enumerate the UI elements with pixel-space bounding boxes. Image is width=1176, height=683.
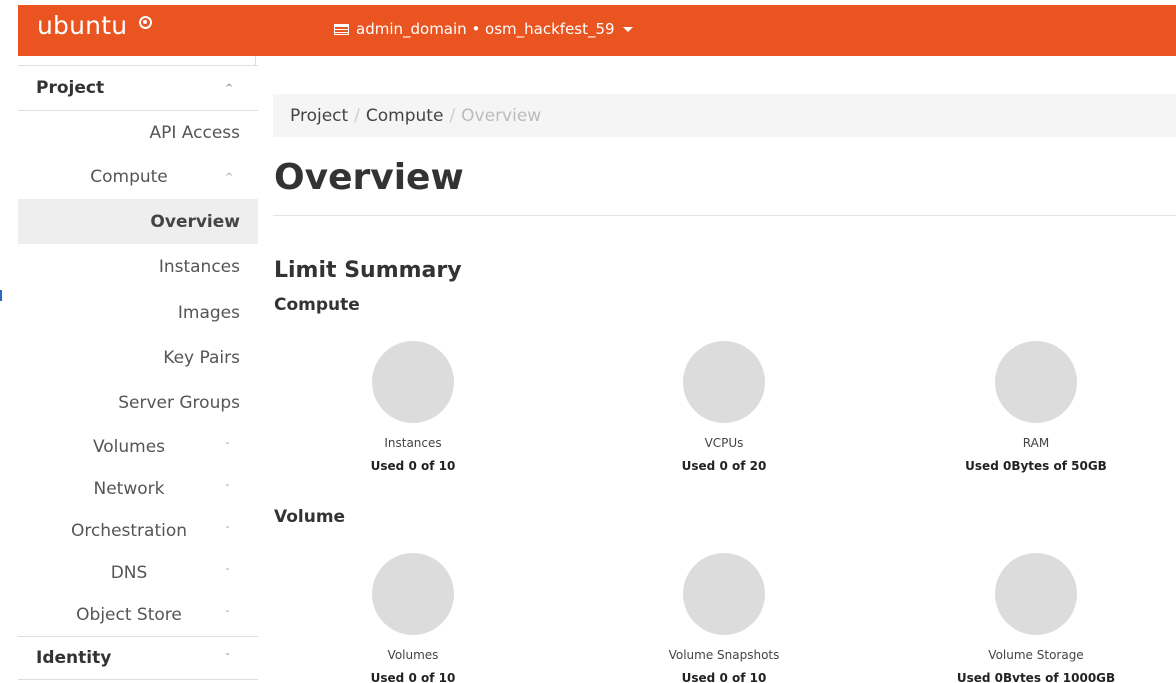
focus-marker	[0, 290, 2, 301]
quota-name: Instances	[384, 436, 442, 450]
title-divider	[273, 215, 1176, 216]
breadcrumb-current: Overview	[461, 105, 542, 126]
breadcrumb-separator: /	[354, 105, 360, 126]
breadcrumb-separator: /	[449, 105, 456, 126]
sidebar: Project ^ API Access Compute ^ Overview …	[18, 56, 258, 683]
compute-heading: Compute	[274, 295, 360, 315]
sidebar-item-label: Server Groups	[118, 393, 240, 413]
sidebar-item-server-groups[interactable]: Server Groups	[18, 380, 258, 426]
sidebar-item-instances[interactable]: Instances	[18, 244, 258, 290]
quota-name: RAM	[1022, 436, 1050, 450]
sidebar-group-label: Compute	[90, 167, 168, 187]
quota-volume-storage: Volume Storage Used 0Bvtes of 1000GB	[954, 553, 1118, 683]
sidebar-item-overview[interactable]: Overview	[18, 199, 258, 244]
chevron-down-icon: ˇ	[225, 483, 230, 495]
quota-usage: Used 0 of 20	[681, 459, 767, 473]
quota-name: Volumes	[387, 648, 439, 662]
quota-pie-chart	[995, 553, 1077, 635]
sidebar-item-label: API Access	[149, 123, 241, 143]
sidebar-group-dns[interactable]: DNS ˇ	[18, 552, 258, 594]
breadcrumb-project-link[interactable]: Project	[290, 106, 348, 126]
quota-ram: RAM Used 0Bytes of 50GB	[954, 341, 1118, 473]
quota-usage: Used 0 of 10	[370, 459, 456, 473]
sidebar-section-label: Identity	[36, 648, 112, 668]
quota-usage: Used 0Bytes of 50GB	[965, 459, 1107, 473]
quota-vcpus: VCPUs Used 0 of 20	[642, 341, 806, 473]
chevron-up-icon: ^	[225, 171, 234, 183]
sidebar-group-volumes[interactable]: Volumes ˇ	[18, 426, 258, 468]
sidebar-group-label: Orchestration	[70, 521, 188, 541]
quota-usage: Used 0Bvtes of 1000GB	[956, 671, 1116, 683]
sidebar-item-label: Key Pairs	[163, 347, 240, 368]
sidebar-group-label: Volumes	[92, 437, 166, 457]
sidebar-top-edge	[18, 56, 256, 65]
limit-summary-heading: Limit Summary	[274, 258, 462, 283]
quota-volumes: Volumes Used 0 of 10	[331, 553, 495, 683]
sidebar-section-identity[interactable]: Identity ˇ	[18, 636, 258, 680]
sidebar-item-key-pairs[interactable]: Key Pairs	[18, 335, 258, 380]
sidebar-item-api-access[interactable]: API Access	[18, 111, 258, 155]
sidebar-item-label: Instances	[158, 257, 240, 277]
sidebar-group-object-store[interactable]: Object Store ˇ	[18, 594, 258, 636]
quota-usage: Used 0 of 10	[370, 671, 456, 683]
chevron-down-icon: ˇ	[225, 609, 230, 621]
quota-volume-snapshots: Volume Snapshots Used 0 of 10	[642, 553, 806, 683]
sidebar-group-label: Network	[93, 479, 165, 499]
sidebar-section-project[interactable]: Project ^	[18, 65, 258, 111]
project-list-icon	[334, 23, 349, 35]
chevron-up-icon: ^	[225, 82, 234, 94]
quota-pie-chart	[372, 341, 454, 423]
quota-pie-chart	[995, 341, 1077, 423]
breadcrumb-compute-link[interactable]: Compute	[366, 106, 444, 126]
caret-down-icon	[622, 26, 633, 32]
quota-name: Volume Storage	[988, 648, 1084, 662]
sidebar-section-label: Project	[36, 78, 105, 98]
brand-logo-text[interactable]: ubuntu	[37, 11, 127, 40]
quota-pie-chart	[372, 553, 454, 635]
sidebar-item-images[interactable]: Images	[18, 290, 258, 335]
quota-instances: Instances Used 0 of 10	[331, 341, 495, 473]
project-selector[interactable]: admin_domain • osm_hackfest_59	[334, 20, 633, 38]
sidebar-group-compute[interactable]: Compute ^	[18, 155, 258, 199]
sidebar-group-label: Object Store	[76, 605, 182, 625]
quota-name: VCPUs	[704, 436, 744, 450]
volume-heading: Volume	[274, 507, 346, 527]
sidebar-group-orchestration[interactable]: Orchestration ˇ	[18, 510, 258, 552]
sidebar-group-network[interactable]: Network ˇ	[18, 468, 258, 510]
quota-pie-chart	[683, 341, 765, 423]
project-selector-label: admin_domain • osm_hackfest_59	[356, 20, 615, 38]
quota-usage: Used 0 of 10	[681, 671, 767, 683]
chevron-down-icon: ˇ	[225, 652, 230, 664]
sidebar-item-label: Overview	[150, 211, 240, 232]
quota-name: Volume Snapshots	[668, 648, 780, 662]
page-title: Overview	[274, 157, 464, 198]
sidebar-group-label: DNS	[110, 563, 148, 583]
chevron-down-icon: ˇ	[225, 525, 230, 537]
quota-pie-chart	[683, 553, 765, 635]
circle-of-friends-icon	[139, 16, 152, 29]
sidebar-item-label: Images	[177, 302, 240, 323]
top-navbar: ubuntu admin_domain • osm_hackfest_59	[18, 5, 1176, 56]
chevron-down-icon: ˇ	[225, 567, 230, 579]
breadcrumb: Project / Compute / Overview	[273, 94, 1176, 137]
chevron-down-icon: ˇ	[225, 441, 230, 453]
